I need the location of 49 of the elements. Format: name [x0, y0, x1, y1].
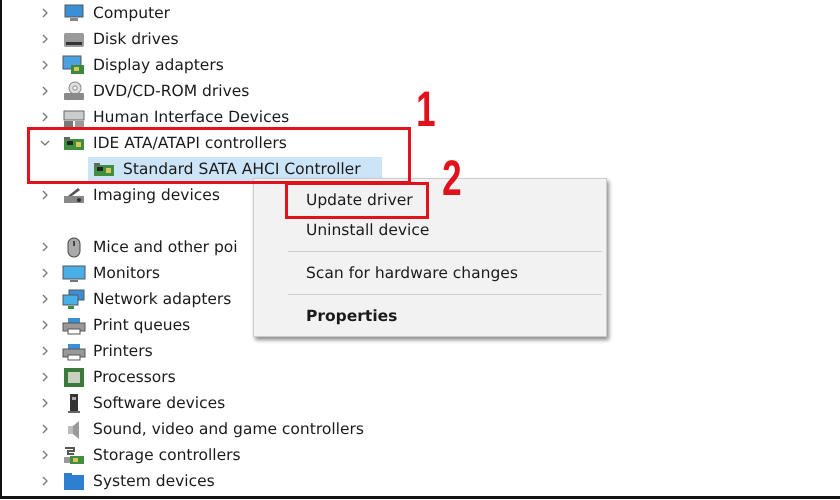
annotation-number: 1: [416, 84, 436, 134]
menu-item[interactable]: Scan for hardware changes: [254, 258, 606, 288]
tree-item[interactable]: Imaging devices: [93, 186, 220, 204]
chevron-right-icon[interactable]: [40, 346, 50, 356]
disc-drive-icon: [62, 80, 86, 102]
tree-item-label: Standard SATA AHCI Controller: [123, 160, 361, 178]
annotation-number: 2: [442, 153, 462, 203]
chevron-right-icon[interactable]: [40, 268, 50, 278]
chevron-right-icon[interactable]: [40, 398, 50, 408]
tree-item[interactable]: Computer: [93, 4, 170, 22]
tree-item[interactable]: DVD/CD-ROM drives: [93, 82, 250, 100]
chevron-right-icon[interactable]: [40, 294, 50, 304]
chevron-right-icon[interactable]: [40, 34, 50, 44]
tree-item[interactable]: Human Interface Devices: [93, 108, 290, 126]
tree-item[interactable]: Processors: [93, 368, 176, 386]
network-icon: [62, 288, 86, 310]
tree-item[interactable]: Network adapters: [93, 290, 232, 308]
tree-item[interactable]: Print queues: [93, 316, 190, 334]
storage-controller-icon: [62, 444, 86, 466]
chevron-right-icon[interactable]: [40, 60, 50, 70]
menu-item[interactable]: Properties: [254, 301, 606, 331]
tree-item[interactable]: Mice and other poi: [93, 238, 238, 256]
chevron-right-icon[interactable]: [40, 372, 50, 382]
tree-item-highlight[interactable]: Standard SATA AHCI Controller: [88, 157, 382, 181]
processor-icon: [62, 366, 86, 388]
folder-icon: [62, 470, 86, 492]
chevron-right-icon[interactable]: [40, 476, 50, 486]
tree-item[interactable]: System devices: [93, 472, 215, 490]
tree-item[interactable]: Disk drives: [93, 30, 179, 48]
monitor-icon: [62, 262, 86, 284]
tree-item[interactable]: Software devices: [93, 394, 226, 412]
chevron-down-icon[interactable]: [40, 138, 50, 148]
tree-item[interactable]: Monitors: [93, 264, 160, 282]
chevron-right-icon[interactable]: [40, 86, 50, 96]
chevron-right-icon[interactable]: [40, 450, 50, 460]
tree-item[interactable]: Printers: [93, 342, 153, 360]
tree-item[interactable]: Display adapters: [93, 56, 224, 74]
display-adapter-icon: [62, 54, 86, 76]
chevron-right-icon[interactable]: [40, 112, 50, 122]
tree-item[interactable]: IDE ATA/ATAPI controllers: [93, 134, 287, 152]
tree-item[interactable]: Sound, video and game controllers: [93, 420, 364, 438]
chevron-right-icon[interactable]: [40, 190, 50, 200]
tree-item[interactable]: Storage controllers: [93, 446, 241, 464]
chevron-right-icon[interactable]: [40, 320, 50, 330]
menu-item[interactable]: Uninstall device: [254, 215, 606, 245]
chevron-right-icon[interactable]: [40, 424, 50, 434]
chevron-right-icon[interactable]: [40, 242, 50, 252]
computer-icon: [62, 2, 86, 24]
chevron-right-icon[interactable]: [40, 8, 50, 18]
